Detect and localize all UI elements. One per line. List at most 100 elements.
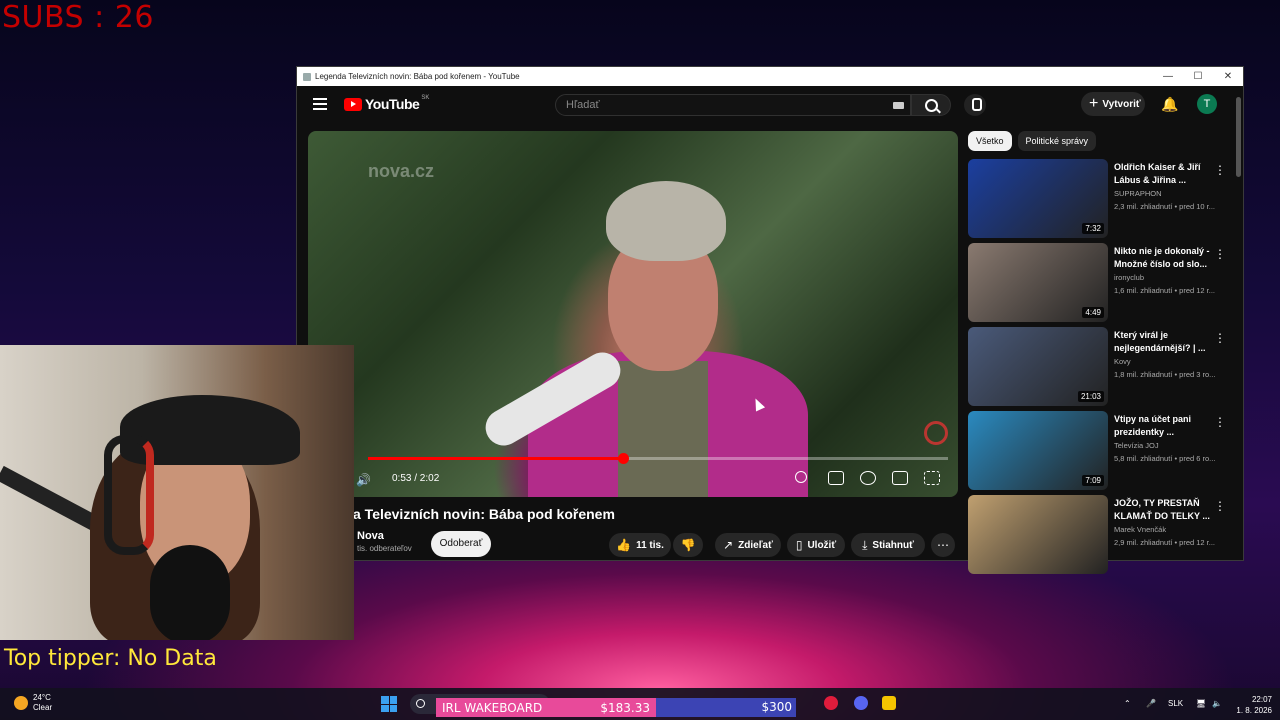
close-button[interactable]: ✕ bbox=[1213, 71, 1243, 82]
more-vertical-icon[interactable]: ⋮ bbox=[1214, 247, 1226, 261]
chip-all[interactable]: Všetko bbox=[968, 131, 1012, 151]
thumbs-down-icon: 👎 bbox=[680, 538, 696, 552]
goal-name: IRL WAKEBOARD bbox=[442, 700, 543, 715]
more-vertical-icon[interactable]: ⋮ bbox=[1214, 415, 1226, 429]
app-icon[interactable] bbox=[882, 696, 896, 710]
share-icon: ↗ bbox=[723, 538, 734, 552]
channel-info[interactable]: Nova tis. odberateľov bbox=[357, 530, 412, 553]
goal-current: $183.33 bbox=[600, 700, 650, 715]
recommendation-item[interactable]: JOŽO, TY PRESTAŇ KLAMAŤ DO TELKY ... Mare… bbox=[968, 495, 1238, 579]
share-button[interactable]: ↗ Zdieľať bbox=[715, 533, 781, 557]
recommendation-channel[interactable]: ironyclub bbox=[1114, 273, 1144, 282]
thumbs-up-icon: 👍 bbox=[616, 538, 632, 552]
recommendation-meta: 2,9 mil. zhliadnutí • pred 12 r... bbox=[1114, 538, 1216, 547]
more-actions-button[interactable]: ⋯ bbox=[931, 533, 955, 557]
youtube-logo[interactable]: YouTube SK bbox=[344, 95, 430, 112]
video-thumbnail[interactable]: 4:49 bbox=[968, 243, 1108, 322]
clock-date: 1. 8. 2026 bbox=[1236, 706, 1272, 715]
discord-icon[interactable] bbox=[854, 696, 868, 710]
recommendation-item[interactable]: 4:49 Nikto nie je dokonalý - Množné číslo… bbox=[968, 243, 1238, 327]
recommendation-item[interactable]: 21:03 Který virál je nejlegendárnější? | … bbox=[968, 327, 1238, 411]
download-label: Stiahnuť bbox=[872, 539, 914, 551]
video-watermark: nova.cz bbox=[368, 161, 435, 181]
recommendation-meta: 2,3 mil. zhliadnutí • pred 10 r... bbox=[1114, 202, 1216, 211]
volume-icon[interactable]: 🔊 bbox=[356, 473, 371, 487]
more-vertical-icon[interactable]: ⋮ bbox=[1214, 331, 1226, 345]
page-scrollbar[interactable] bbox=[1236, 97, 1241, 177]
youtube-app-icon[interactable] bbox=[824, 696, 838, 710]
language-indicator[interactable]: SLK bbox=[1168, 699, 1183, 708]
video-thumbnail[interactable]: 7:32 bbox=[968, 159, 1108, 238]
subs-counter: SUBS : 26 bbox=[2, 0, 154, 35]
recommendation-title[interactable]: JOŽO, TY PRESTAŇ KLAMAŤ DO TELKY ... bbox=[1114, 497, 1210, 523]
tray-chevron-icon[interactable]: ⌃ bbox=[1124, 699, 1131, 708]
microphone-icon[interactable] bbox=[964, 94, 986, 116]
recommendation-title[interactable]: Který virál je nejlegendárnější? | ... bbox=[1114, 329, 1210, 355]
recommendation-meta: 1,8 mil. zhliadnutí • pred 3 ro... bbox=[1114, 370, 1216, 379]
taskbar-clock[interactable]: 22:07 1. 8. 2026 bbox=[1232, 694, 1272, 716]
window-titlebar: Legenda Televizních novin: Bába pod koře… bbox=[297, 67, 1243, 86]
miniplayer-icon[interactable] bbox=[892, 471, 908, 485]
recommendation-title[interactable]: Vtipy na účet pani prezidentky ... bbox=[1114, 413, 1210, 439]
save-button[interactable]: ▯ Uložiť bbox=[787, 533, 845, 557]
fullscreen-icon[interactable] bbox=[924, 471, 940, 485]
webcam-headset bbox=[104, 435, 154, 555]
recommendation-meta: 5,8 mil. zhliadnutí • pred 6 ro... bbox=[1114, 454, 1216, 463]
recommendation-item[interactable]: 7:32 Oldřich Kaiser & Jiří Lábus & Jiřina… bbox=[968, 159, 1238, 243]
progress-bar[interactable] bbox=[368, 453, 948, 464]
save-label: Uložiť bbox=[807, 539, 837, 551]
search-button[interactable] bbox=[911, 94, 951, 116]
windows-start-icon[interactable] bbox=[381, 696, 397, 712]
window-title: Legenda Televizních novin: Bába pod koře… bbox=[315, 72, 520, 81]
network-icon[interactable]: 🖥 bbox=[1196, 699, 1206, 708]
video-thumbnail[interactable] bbox=[968, 495, 1108, 574]
recommendation-channel[interactable]: Marek Vnenčák bbox=[1114, 525, 1166, 534]
minimize-button[interactable]: — bbox=[1153, 71, 1183, 82]
video-thumbnail[interactable]: 21:03 bbox=[968, 327, 1108, 406]
webcam-overlay bbox=[0, 345, 354, 640]
create-button[interactable]: + Vytvoriť bbox=[1081, 92, 1145, 116]
recommendation-channel[interactable]: Kovy bbox=[1114, 357, 1131, 366]
subtitles-icon[interactable] bbox=[828, 471, 844, 485]
bookmark-icon: ▯ bbox=[795, 538, 803, 552]
more-vertical-icon[interactable]: ⋮ bbox=[1214, 163, 1226, 177]
volume-tray-icon[interactable]: 🔈 bbox=[1212, 699, 1222, 708]
recommendation-title[interactable]: Oldřich Kaiser & Jiří Lábus & Jiřina ... bbox=[1114, 161, 1210, 187]
keyboard-icon[interactable] bbox=[893, 102, 904, 109]
like-button[interactable]: 👍 11 tis. bbox=[609, 533, 671, 557]
filter-chips: Všetko Politické správy bbox=[968, 131, 1097, 151]
settings-gear-icon[interactable] bbox=[860, 471, 876, 485]
video-duration: 21:03 bbox=[1077, 391, 1104, 402]
channel-name[interactable]: Nova bbox=[357, 530, 412, 542]
weather-widget[interactable]: 24°C Clear bbox=[14, 693, 52, 713]
like-count: 11 tis. bbox=[636, 539, 664, 551]
video-thumbnail[interactable]: 7:09 bbox=[968, 411, 1108, 490]
more-vertical-icon[interactable]: ⋮ bbox=[1214, 499, 1226, 513]
dislike-button[interactable]: 👎 bbox=[673, 533, 703, 557]
share-label: Zdieľať bbox=[738, 539, 773, 551]
avatar[interactable]: T bbox=[1197, 94, 1217, 114]
video-time: 0:53 / 2:02 bbox=[392, 473, 440, 484]
region-code: SK bbox=[421, 95, 430, 101]
maximize-button[interactable]: ☐ bbox=[1183, 71, 1213, 82]
clock-time: 22:07 bbox=[1251, 695, 1272, 704]
browser-window: Legenda Televizních novin: Bába pod koře… bbox=[296, 66, 1244, 574]
youtube-logo-text: YouTube bbox=[365, 96, 420, 112]
download-button[interactable]: ⤓ Stiahnuť bbox=[851, 533, 925, 557]
tray-microphone-icon[interactable]: 🎤 bbox=[1146, 699, 1156, 708]
notifications-bell-icon[interactable]: 🔔 bbox=[1161, 96, 1178, 113]
recommendation-item[interactable]: 7:09 Vtipy na účet pani prezidentky ... Te… bbox=[968, 411, 1238, 495]
search-input[interactable]: Hľadať bbox=[555, 94, 911, 116]
goal-target: $300 bbox=[761, 700, 792, 714]
video-player[interactable]: nova.cz 🔊 0:53 / 2:02 bbox=[308, 131, 958, 497]
subscribe-button[interactable]: Odoberať bbox=[431, 531, 491, 557]
weather-condition: Clear bbox=[33, 703, 53, 712]
autoplay-toggle-icon[interactable] bbox=[795, 471, 807, 483]
progress-fill bbox=[368, 457, 624, 460]
record-icon bbox=[924, 421, 948, 445]
recommendation-channel[interactable]: Televízia JOJ bbox=[1114, 441, 1159, 450]
chip-political-news[interactable]: Politické správy bbox=[1017, 131, 1097, 151]
recommendation-channel[interactable]: SUPRAPHON bbox=[1114, 189, 1162, 198]
recommendation-title[interactable]: Nikto nie je dokonalý - Množné číslo od … bbox=[1114, 245, 1210, 271]
menu-icon[interactable] bbox=[313, 98, 327, 113]
